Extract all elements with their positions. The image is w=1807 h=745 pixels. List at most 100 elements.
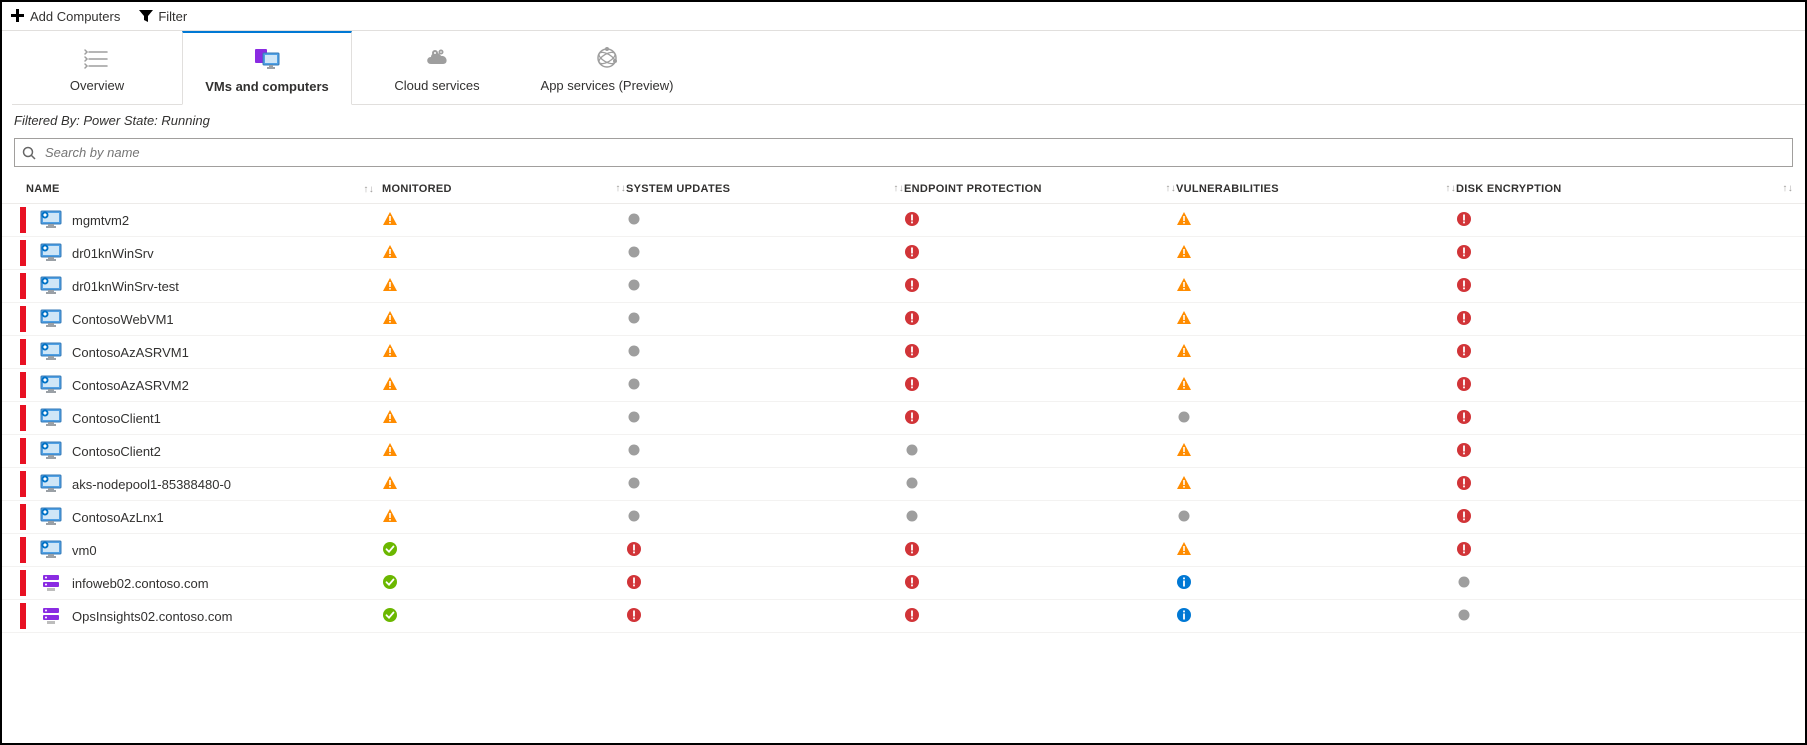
table-row[interactable]: dr01knWinSrv-test [2, 270, 1805, 303]
severity-bar [20, 339, 26, 365]
status-endpoint-protection [904, 578, 920, 593]
status-system-updates [626, 446, 642, 461]
status-monitored [382, 512, 398, 527]
sort-icon: ↑↓ [1782, 183, 1793, 194]
col-header-system-updates[interactable]: SYSTEM UPDATES ↑↓ [626, 183, 904, 195]
status-system-updates [626, 545, 642, 560]
search-icon [22, 146, 36, 160]
status-monitored [382, 611, 398, 626]
resource-name-link[interactable]: infoweb02.contoso.com [72, 576, 209, 591]
search-input[interactable] [14, 138, 1793, 167]
filter-icon [138, 8, 154, 24]
status-endpoint-protection [904, 611, 920, 626]
status-disk-encryption [1456, 248, 1472, 263]
resource-name-link[interactable]: OpsInsights02.contoso.com [72, 609, 232, 624]
status-system-updates [626, 347, 642, 362]
status-vulnerabilities [1176, 248, 1192, 263]
vm-icon [40, 277, 62, 296]
filter-button[interactable]: Filter [138, 8, 187, 24]
resource-name-link[interactable]: vm0 [72, 543, 97, 558]
status-system-updates [626, 314, 642, 329]
status-system-updates [626, 413, 642, 428]
status-vulnerabilities [1176, 545, 1192, 560]
col-header-name[interactable]: NAME ↑↓ [2, 183, 382, 195]
tab-bar: Overview VMs and computers Cloud service… [12, 31, 1805, 105]
server-icon [40, 607, 62, 626]
status-disk-encryption [1456, 446, 1472, 461]
server-icon [40, 574, 62, 593]
severity-bar [20, 273, 26, 299]
status-system-updates [626, 512, 642, 527]
resource-name-link[interactable]: aks-nodepool1-85388480-0 [72, 477, 231, 492]
status-endpoint-protection [904, 215, 920, 230]
vm-icon [40, 409, 62, 428]
status-disk-encryption [1456, 611, 1472, 626]
severity-bar [20, 603, 26, 629]
table-row[interactable]: ContosoClient2 [2, 435, 1805, 468]
add-computers-button[interactable]: Add Computers [10, 8, 120, 24]
status-endpoint-protection [904, 314, 920, 329]
col-header-monitored[interactable]: MONITORED ↑↓ [382, 183, 626, 195]
status-monitored [382, 578, 398, 593]
status-disk-encryption [1456, 512, 1472, 527]
col-header-disk-encryption[interactable]: DISK ENCRYPTION ↑↓ [1456, 183, 1805, 195]
tab-cloud-services[interactable]: Cloud services [352, 31, 522, 105]
status-endpoint-protection [904, 380, 920, 395]
resource-name-link[interactable]: ContosoAzASRVM2 [72, 378, 189, 393]
table-row[interactable]: aks-nodepool1-85388480-0 [2, 468, 1805, 501]
vm-icon [40, 211, 62, 230]
status-disk-encryption [1456, 479, 1472, 494]
sort-icon: ↑↓ [615, 183, 626, 194]
globe-icon [523, 44, 691, 72]
vm-icon [40, 508, 62, 527]
table-row[interactable]: mgmtvm2 [2, 204, 1805, 237]
resource-name-link[interactable]: dr01knWinSrv [72, 246, 154, 261]
resource-name-link[interactable]: ContosoClient2 [72, 444, 161, 459]
col-header-vulnerabilities[interactable]: VULNERABILITIES ↑↓ [1176, 183, 1456, 195]
vm-icon [40, 442, 62, 461]
resource-name-link[interactable]: ContosoClient1 [72, 411, 161, 426]
table-row[interactable]: ContosoClient1 [2, 402, 1805, 435]
status-vulnerabilities [1176, 347, 1192, 362]
tab-overview[interactable]: Overview [12, 31, 182, 105]
search-box [14, 138, 1793, 167]
status-monitored [382, 281, 398, 296]
status-disk-encryption [1456, 215, 1472, 230]
table-row[interactable]: dr01knWinSrv [2, 237, 1805, 270]
status-endpoint-protection [904, 512, 920, 527]
status-disk-encryption [1456, 578, 1472, 593]
table-row[interactable]: ContosoAzASRVM2 [2, 369, 1805, 402]
severity-bar [20, 372, 26, 398]
status-vulnerabilities [1176, 215, 1192, 230]
table-row[interactable]: OpsInsights02.contoso.com [2, 600, 1805, 633]
status-disk-encryption [1456, 545, 1472, 560]
table-row[interactable]: ContosoWebVM1 [2, 303, 1805, 336]
status-vulnerabilities [1176, 611, 1192, 626]
col-header-endpoint-protection[interactable]: ENDPOINT PROTECTION ↑↓ [904, 183, 1176, 195]
tab-vms-and-computers[interactable]: VMs and computers [182, 31, 352, 105]
tab-app-services[interactable]: App services (Preview) [522, 31, 692, 105]
table-row[interactable]: ContosoAzLnx1 [2, 501, 1805, 534]
resource-name-link[interactable]: ContosoAzLnx1 [72, 510, 164, 525]
status-endpoint-protection [904, 248, 920, 263]
status-monitored [382, 545, 398, 560]
resource-name-link[interactable]: ContosoWebVM1 [72, 312, 174, 327]
table-row[interactable]: vm0 [2, 534, 1805, 567]
table-row[interactable]: ContosoAzASRVM1 [2, 336, 1805, 369]
vm-icon [40, 244, 62, 263]
status-endpoint-protection [904, 446, 920, 461]
vm-icon [40, 310, 62, 329]
resource-name-link[interactable]: ContosoAzASRVM1 [72, 345, 189, 360]
vm-icon [40, 343, 62, 362]
status-disk-encryption [1456, 314, 1472, 329]
severity-bar [20, 207, 26, 233]
status-vulnerabilities [1176, 413, 1192, 428]
severity-bar [20, 306, 26, 332]
status-monitored [382, 380, 398, 395]
status-monitored [382, 446, 398, 461]
table-row[interactable]: infoweb02.contoso.com [2, 567, 1805, 600]
resource-name-link[interactable]: mgmtvm2 [72, 213, 129, 228]
tab-label: Overview [13, 78, 181, 93]
filter-label: Filter [158, 9, 187, 24]
resource-name-link[interactable]: dr01knWinSrv-test [72, 279, 179, 294]
